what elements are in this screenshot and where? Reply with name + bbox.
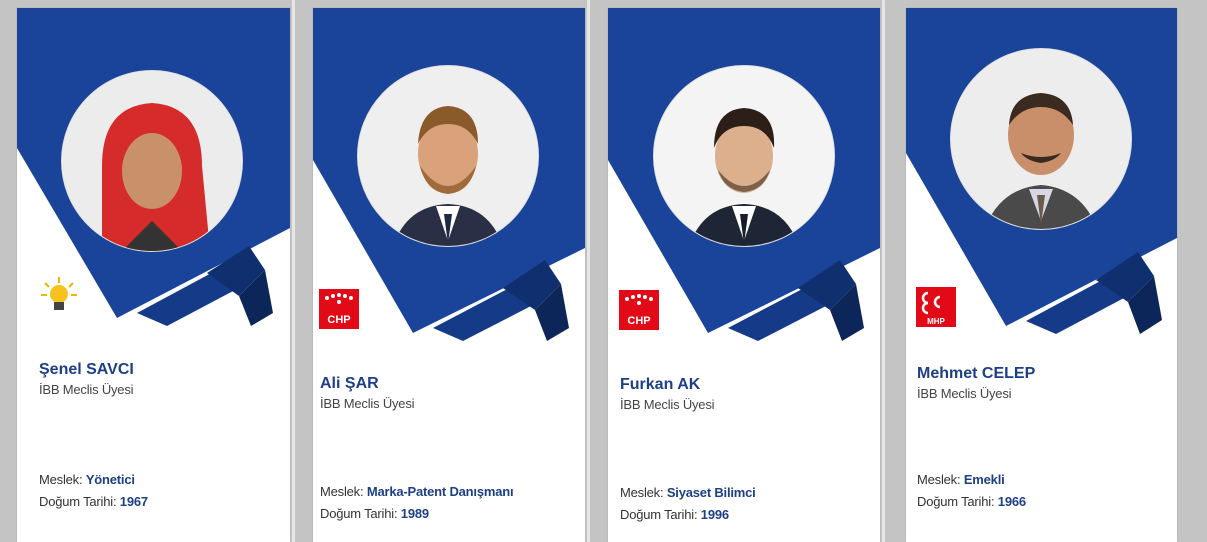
- member-card-ali-sar[interactable]: CHP Ali ŞAR İBB Meclis Üyesi Meslek: Mar…: [313, 8, 585, 542]
- member-photo: [653, 65, 835, 247]
- occupation-label: Meslek:: [39, 472, 83, 487]
- member-role: İBB Meclis Üyesi: [39, 382, 134, 397]
- occupation-label: Meslek:: [620, 485, 664, 500]
- member-card-senel-savci[interactable]: Şenel SAVCI İBB Meclis Üyesi Meslek: Yön…: [17, 8, 290, 542]
- chp-logo-icon: CHP: [319, 289, 359, 329]
- member-card-mehmet-celep[interactable]: MHP Mehmet CELEP İBB Meclis Üyesi Meslek…: [906, 8, 1177, 542]
- member-role: İBB Meclis Üyesi: [320, 396, 415, 411]
- birth-row: Doğum Tarihi: 1966: [917, 491, 1173, 513]
- occupation-value: Yönetici: [85, 472, 135, 487]
- birth-value: 1996: [700, 507, 729, 522]
- chp-logo-text: CHP: [627, 315, 650, 327]
- birth-label: Doğum Tarihi:: [620, 507, 698, 522]
- occupation-row: Meslek: Siyaset Bilimci: [620, 482, 876, 504]
- occupation-value: Emekli: [963, 472, 1005, 487]
- member-photo: [61, 70, 243, 252]
- birth-row: Doğum Tarihi: 1996: [620, 504, 876, 526]
- member-role: İBB Meclis Üyesi: [917, 386, 1012, 401]
- birth-row: Doğum Tarihi: 1989: [320, 503, 581, 525]
- member-name: Mehmet CELEP: [917, 365, 1036, 382]
- member-photo: [950, 48, 1132, 230]
- ak-party-bulb-icon: [39, 275, 79, 315]
- birth-label: Doğum Tarihi:: [320, 506, 398, 521]
- member-photo: [357, 65, 539, 247]
- birth-value: 1966: [997, 494, 1026, 509]
- occupation-label: Meslek:: [320, 484, 364, 499]
- birth-label: Doğum Tarihi:: [917, 494, 995, 509]
- mhp-logo-text: MHP: [927, 317, 945, 326]
- occupation-row: Meslek: Yönetici: [39, 469, 286, 491]
- occupation-row: Meslek: Marka-Patent Danışmanı: [320, 481, 581, 503]
- birth-label: Doğum Tarihi:: [39, 494, 117, 509]
- occupation-value: Siyaset Bilimci: [666, 485, 756, 500]
- chp-logo-text: CHP: [327, 314, 350, 326]
- birth-value: 1989: [400, 506, 429, 521]
- occupation-row: Meslek: Emekli: [917, 469, 1173, 491]
- member-name: Şenel SAVCI: [39, 361, 134, 378]
- member-role: İBB Meclis Üyesi: [620, 397, 715, 412]
- occupation-value: Marka-Patent Danışmanı: [366, 484, 514, 499]
- member-card-furkan-ak[interactable]: CHP Furkan AK İBB Meclis Üyesi Meslek: S…: [608, 8, 880, 542]
- mhp-logo-icon: MHP: [916, 287, 956, 327]
- chp-logo-icon: CHP: [619, 290, 659, 330]
- occupation-label: Meslek:: [917, 472, 961, 487]
- birth-row: Doğum Tarihi: 1967: [39, 491, 286, 513]
- birth-value: 1967: [119, 494, 148, 509]
- member-name: Furkan AK: [620, 376, 701, 393]
- member-name: Ali ŞAR: [320, 375, 379, 392]
